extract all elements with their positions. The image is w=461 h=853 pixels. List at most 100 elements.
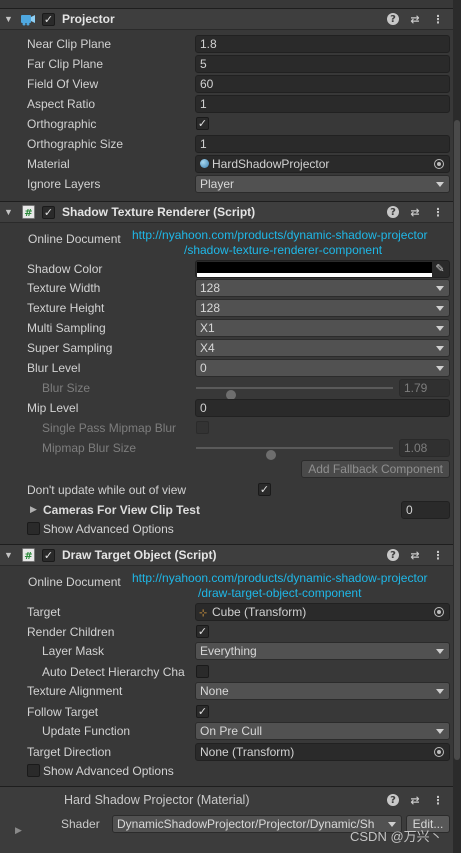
blur-size-value[interactable]: 1.79 bbox=[399, 379, 450, 397]
mipmap-blur-slider[interactable] bbox=[196, 447, 393, 460]
super-sampling-dropdown[interactable]: X4 bbox=[195, 339, 450, 357]
cameras-clip-count[interactable]: 0 bbox=[401, 501, 450, 519]
ignore-layers-row: Ignore Layers Player bbox=[0, 175, 453, 193]
render-children-checkbox[interactable]: ✓ bbox=[196, 625, 209, 638]
single-pass-checkbox[interactable] bbox=[196, 421, 209, 434]
shadow-renderer-header[interactable]: ▼ # ✓ Shadow Texture Renderer (Script) ?… bbox=[0, 201, 453, 223]
fold-right-icon[interactable]: ▶ bbox=[15, 825, 22, 836]
dropdown-arrow-icon bbox=[436, 326, 444, 331]
tex-align-row: Texture Alignment None bbox=[0, 682, 453, 700]
menu-icon[interactable]: ⋮ bbox=[431, 548, 445, 562]
fold-right-icon[interactable]: ▶ bbox=[30, 504, 37, 515]
multi-sampling-dropdown[interactable]: X1 bbox=[195, 319, 450, 337]
shadow-color-field[interactable]: ✎ bbox=[195, 260, 450, 278]
shadow-renderer-title: Shadow Texture Renderer (Script) bbox=[62, 205, 256, 219]
target-dir-object-field[interactable]: None (Transform) bbox=[195, 743, 450, 761]
scrollbar-thumb[interactable] bbox=[454, 120, 460, 760]
menu-icon[interactable]: ⋮ bbox=[431, 793, 445, 807]
aspect-input[interactable]: 1 bbox=[195, 95, 450, 113]
projector-header[interactable]: ▼ ✓ Projector ? ⇄ ⋮ bbox=[0, 8, 453, 30]
mip-level-input[interactable]: 0 bbox=[195, 399, 450, 417]
eyedropper-icon[interactable]: ✎ bbox=[433, 262, 447, 276]
ignore-layers-dropdown[interactable]: Player bbox=[195, 175, 450, 193]
shadow-renderer-enabled-checkbox[interactable]: ✓ bbox=[42, 205, 55, 219]
fold-arrow-icon[interactable]: ▼ bbox=[4, 14, 14, 24]
add-fallback-button[interactable]: Add Fallback Component bbox=[301, 460, 450, 478]
tex-width-row: Texture Width 128 bbox=[0, 279, 453, 297]
target-object-field[interactable]: ⊹ Cube (Transform) bbox=[195, 603, 450, 621]
object-picker-icon[interactable] bbox=[434, 747, 444, 757]
ortho-size-label: Orthographic Size bbox=[27, 137, 124, 151]
near-clip-input[interactable]: 1.8 bbox=[195, 35, 450, 53]
near-clip-label: Near Clip Plane bbox=[27, 37, 112, 51]
ortho-checkbox[interactable]: ✓ bbox=[196, 117, 209, 130]
target-label: Target bbox=[27, 605, 61, 619]
object-picker-icon[interactable] bbox=[434, 607, 444, 617]
dont-update-label: Don't update while out of view bbox=[27, 483, 187, 497]
object-picker-icon[interactable] bbox=[434, 159, 444, 169]
draw-target-enabled-checkbox[interactable]: ✓ bbox=[42, 548, 55, 562]
fov-input[interactable]: 60 bbox=[195, 75, 450, 93]
fold-arrow-icon[interactable]: ▼ bbox=[4, 550, 14, 560]
preset-icon[interactable]: ⇄ bbox=[408, 548, 422, 562]
ortho-row: Orthographic ✓ bbox=[0, 115, 453, 133]
follow-target-checkbox[interactable]: ✓ bbox=[196, 705, 209, 718]
layer-mask-dropdown[interactable]: Everything bbox=[195, 642, 450, 660]
mipmap-blur-value[interactable]: 1.08 bbox=[399, 439, 450, 457]
slider-knob[interactable] bbox=[265, 450, 276, 460]
ortho-size-input[interactable]: 1 bbox=[195, 135, 450, 153]
aspect-row: Aspect Ratio 1 bbox=[0, 95, 453, 113]
target-dir-label: Target Direction bbox=[27, 745, 112, 759]
dropdown-arrow-icon bbox=[436, 286, 444, 291]
dt-online-doc-link[interactable]: http://nyahoon.com/products/dynamic-shad… bbox=[132, 570, 427, 586]
preset-icon[interactable]: ⇄ bbox=[408, 793, 422, 807]
menu-icon[interactable]: ⋮ bbox=[431, 205, 445, 219]
auto-detect-checkbox[interactable] bbox=[196, 665, 209, 678]
single-pass-label: Single Pass Mipmap Blur bbox=[42, 421, 177, 435]
svg-text:#: # bbox=[24, 208, 32, 219]
online-doc-link-path[interactable]: /shadow-texture-renderer-component bbox=[184, 242, 382, 258]
far-clip-input[interactable]: 5 bbox=[195, 55, 450, 73]
update-func-value: On Pre Cull bbox=[200, 724, 263, 738]
help-icon[interactable]: ? bbox=[387, 549, 399, 561]
blur-size-label: Blur Size bbox=[42, 381, 91, 395]
online-doc-link[interactable]: http://nyahoon.com/products/dynamic-shad… bbox=[132, 227, 427, 243]
tex-align-dropdown[interactable]: None bbox=[195, 682, 450, 700]
layer-mask-row: Layer Mask Everything bbox=[0, 642, 453, 660]
fov-row: Field Of View 60 bbox=[0, 75, 453, 93]
super-sampling-row: Super Sampling X4 bbox=[0, 339, 453, 357]
multi-sampling-value: X1 bbox=[200, 321, 215, 335]
projector-enabled-checkbox[interactable]: ✓ bbox=[42, 12, 55, 26]
dt-show-adv-checkbox[interactable] bbox=[27, 764, 40, 777]
tex-width-value: 128 bbox=[200, 281, 221, 295]
update-func-dropdown[interactable]: On Pre Cull bbox=[195, 722, 450, 740]
help-icon[interactable]: ? bbox=[387, 206, 399, 218]
preset-icon[interactable]: ⇄ bbox=[408, 12, 422, 26]
svg-text:#: # bbox=[24, 551, 32, 562]
draw-target-header[interactable]: ▼ # ✓ Draw Target Object (Script) ? ⇄ ⋮ bbox=[0, 544, 453, 566]
preset-icon[interactable]: ⇄ bbox=[408, 205, 422, 219]
blur-level-dropdown[interactable]: 0 bbox=[195, 359, 450, 377]
tex-height-dropdown[interactable]: 128 bbox=[195, 299, 450, 317]
material-object-field[interactable]: HardShadowProjector bbox=[195, 155, 450, 173]
menu-icon[interactable]: ⋮ bbox=[431, 12, 445, 26]
fold-arrow-icon[interactable]: ▼ bbox=[4, 207, 14, 217]
blur-size-slider[interactable] bbox=[196, 387, 393, 400]
help-icon[interactable]: ? bbox=[387, 794, 399, 806]
shader-value: DynamicShadowProjector/Projector/Dynamic… bbox=[117, 817, 375, 831]
auto-detect-row: Auto Detect Hierarchy Cha bbox=[0, 663, 453, 681]
dont-update-checkbox[interactable]: ✓ bbox=[258, 483, 271, 496]
render-children-row: Render Children ✓ bbox=[0, 623, 453, 641]
tex-width-dropdown[interactable]: 128 bbox=[195, 279, 450, 297]
render-children-label: Render Children bbox=[27, 625, 115, 639]
tex-align-value: None bbox=[200, 684, 229, 698]
cameras-clip-row[interactable]: ▶ Cameras For View Clip Test 0 bbox=[0, 501, 453, 519]
ortho-label: Orthographic bbox=[27, 117, 97, 131]
show-adv-checkbox[interactable] bbox=[27, 522, 40, 535]
dt-online-doc-label: Online Document bbox=[28, 575, 121, 589]
inspector-scrollbar[interactable] bbox=[453, 0, 461, 853]
multi-sampling-label: Multi Sampling bbox=[27, 321, 106, 335]
online-doc-label: Online Document bbox=[28, 232, 121, 246]
help-icon[interactable]: ? bbox=[387, 13, 399, 25]
dt-online-doc-link-path[interactable]: /draw-target-object-component bbox=[198, 585, 361, 601]
